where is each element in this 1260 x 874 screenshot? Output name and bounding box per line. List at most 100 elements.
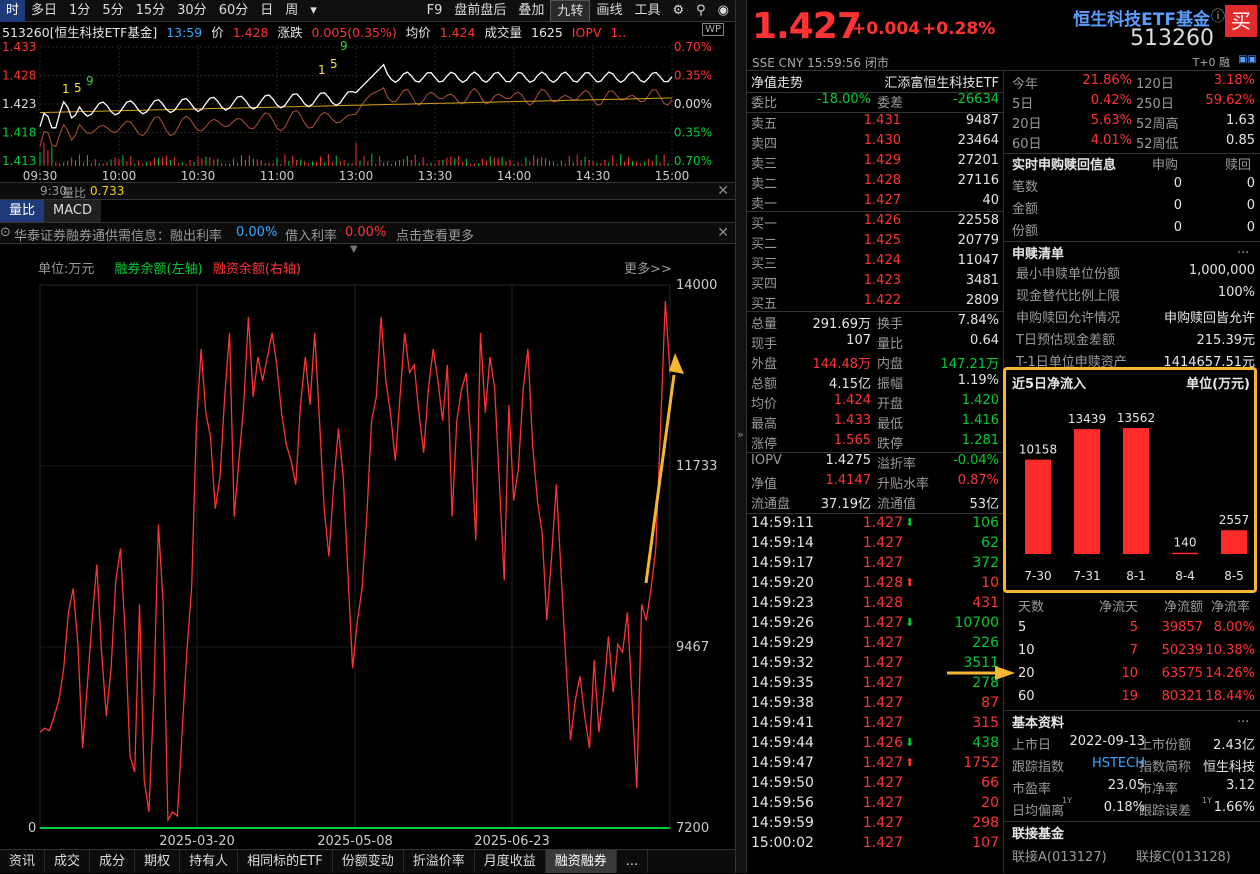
- net-inflow-chart: 10158 7-30 13439 7-31 13562 8-1 140 8-4 2557 8-5: [1019, 411, 1249, 583]
- tools-button[interactable]: 工具: [628, 0, 666, 22]
- close-icon[interactable]: ✕: [717, 183, 729, 199]
- left-axis-tick: 0: [28, 821, 36, 836]
- info-icon[interactable]: ⓘ: [1211, 6, 1225, 26]
- tab-premium-rate[interactable]: 折溢价率: [404, 850, 475, 873]
- bid-price[interactable]: 1.424: [847, 253, 901, 268]
- basic-more-button[interactable]: ...: [1237, 711, 1249, 726]
- tick-time: 14:59:26: [751, 615, 814, 631]
- stat-label: 净值: [751, 477, 778, 492]
- bid-volume: 3481: [965, 273, 999, 288]
- redemption-row-value: 1414657.51元: [1163, 355, 1255, 370]
- tab-trades[interactable]: 成交: [45, 850, 91, 873]
- ask-price[interactable]: 1.427: [847, 193, 901, 208]
- tick-time: 14:59:59: [751, 815, 814, 831]
- bid-price[interactable]: 1.423: [847, 273, 901, 288]
- time-tick-label: 10:30: [181, 169, 216, 182]
- ask-label: 卖二: [751, 177, 778, 192]
- collapse-icon[interactable]: »: [737, 428, 744, 441]
- tick-time: 14:59:35: [751, 675, 814, 691]
- notice-more-link[interactable]: 点击查看更多: [396, 225, 474, 244]
- tab-share-change[interactable]: 份额变动: [333, 850, 404, 873]
- period-60min-tab[interactable]: 60分: [213, 0, 255, 22]
- draw-line-button[interactable]: 画线: [590, 0, 628, 22]
- basic-label: 上市份额: [1139, 738, 1192, 753]
- more-link[interactable]: 更多>>: [624, 258, 672, 277]
- stat-label: 量比: [877, 337, 904, 352]
- ask-label: 卖一: [751, 197, 778, 212]
- volume-ratio-bar: 9:30 量比 0.733 ✕: [0, 182, 735, 200]
- tick-price: 1.427: [862, 775, 903, 791]
- period-day-tab[interactable]: 日: [254, 0, 279, 22]
- panel-divider[interactable]: »: [735, 0, 747, 873]
- tab-margin-trading[interactable]: 融资融券: [545, 850, 617, 873]
- ask-volume: 27116: [957, 173, 999, 188]
- zoom-icon[interactable]: ⚲: [690, 0, 712, 22]
- tab-options[interactable]: 期权: [135, 850, 181, 873]
- ask-price[interactable]: 1.430: [847, 133, 901, 148]
- intraday-chart[interactable]: 1.433 0.70% 1.428 0.35% 1.423 0.00% 1.418 0.35%…: [0, 40, 735, 182]
- premarket-button[interactable]: 盘前盘后: [448, 0, 512, 22]
- tab-holders[interactable]: 持有人: [180, 850, 239, 873]
- period-more-dropdown[interactable]: ▾: [304, 0, 323, 22]
- period-intraday-tab[interactable]: 时: [0, 0, 26, 22]
- net-value-label[interactable]: 净值走势: [751, 72, 803, 91]
- stat-label: 跌停: [877, 437, 904, 452]
- stat-value: 1.416: [961, 413, 999, 428]
- period-15min-tab[interactable]: 15分: [130, 0, 172, 22]
- tick-price: 1.428: [862, 595, 903, 611]
- stat-value: 1.4275: [825, 453, 872, 468]
- info-time: 13:59: [166, 25, 203, 40]
- tab-volume-ratio[interactable]: 量比: [0, 200, 45, 222]
- stat-value: 107: [846, 333, 871, 348]
- tab-same-index-etf[interactable]: 相同标的ETF: [238, 850, 333, 873]
- period-30min-tab[interactable]: 30分: [171, 0, 213, 22]
- tick-volume: 10: [981, 575, 999, 591]
- redemption-more-button[interactable]: ...: [1237, 242, 1249, 257]
- period-week-tab[interactable]: 周: [279, 0, 304, 22]
- time-tick-label: 14:00: [497, 169, 532, 182]
- tick-price: 1.427: [862, 535, 903, 551]
- period-5min-tab[interactable]: 5分: [96, 0, 129, 22]
- overlay-button[interactable]: 叠加: [512, 0, 550, 22]
- f9-button[interactable]: F9: [421, 0, 449, 22]
- toolbar-icons[interactable]: ▣▣: [1238, 54, 1257, 65]
- close-icon[interactable]: ✕: [717, 225, 729, 241]
- period-1min-tab[interactable]: 1分: [63, 0, 96, 22]
- basic-info-title: 基本资料: [1012, 716, 1065, 731]
- inflow-category-label: 8-5: [1224, 569, 1244, 583]
- nine-turn-button[interactable]: 九转: [550, 0, 591, 22]
- ask-price[interactable]: 1.429: [847, 153, 901, 168]
- tab-monthly-return[interactable]: 月度收益: [475, 850, 546, 873]
- basic-value: 3.12: [1226, 778, 1255, 793]
- bid-price[interactable]: 1.422: [847, 293, 901, 308]
- buy-button[interactable]: 买: [1225, 5, 1257, 37]
- perf-value: 0.42%: [1090, 93, 1132, 108]
- stat-label: 流通盘: [751, 497, 791, 512]
- stat-value: 147.21万: [940, 357, 1000, 372]
- ask-price[interactable]: 1.431: [847, 113, 901, 128]
- period-multiday-tab[interactable]: 多日: [25, 0, 63, 22]
- issuer-name: 汇添富恒生科技ETF: [884, 76, 999, 91]
- margin-notice-bar[interactable]: ⊙ 华泰证券融券通供需信息：融出利率 0.00% 借入利率 0.00% 点击查看…: [0, 222, 735, 244]
- redemption-row-label: T日预估现金差额: [1016, 333, 1115, 348]
- flow-rate: 10.38%: [1205, 643, 1255, 658]
- ask-price[interactable]: 1.428: [847, 173, 901, 188]
- settings-icon[interactable]: ⚙: [666, 0, 690, 22]
- arrow-up-icon: ⬆: [905, 576, 915, 589]
- linked-fund-a[interactable]: 联接A(013127): [1012, 846, 1107, 865]
- redemption-row-value: 215.39元: [1196, 333, 1256, 348]
- embed-icon[interactable]: WP: [702, 23, 724, 36]
- pin-icon[interactable]: ◉: [712, 0, 735, 22]
- flow-days: 20: [1018, 666, 1035, 681]
- stat-value: 0.64: [970, 333, 999, 348]
- linked-fund-c[interactable]: 联接C(013128): [1136, 846, 1231, 865]
- bid-price[interactable]: 1.425: [847, 233, 901, 248]
- tab-news[interactable]: 资讯: [0, 850, 46, 873]
- bid-price[interactable]: 1.426: [847, 213, 901, 228]
- tick-time: 14:59:20: [751, 575, 814, 591]
- order-ratio-label: 委比: [751, 96, 778, 111]
- tab-macd[interactable]: MACD: [44, 200, 101, 222]
- tab-more[interactable]: ...: [617, 850, 649, 873]
- tab-constituents[interactable]: 成分: [90, 850, 136, 873]
- right-axis-tick: 7200: [676, 821, 709, 836]
